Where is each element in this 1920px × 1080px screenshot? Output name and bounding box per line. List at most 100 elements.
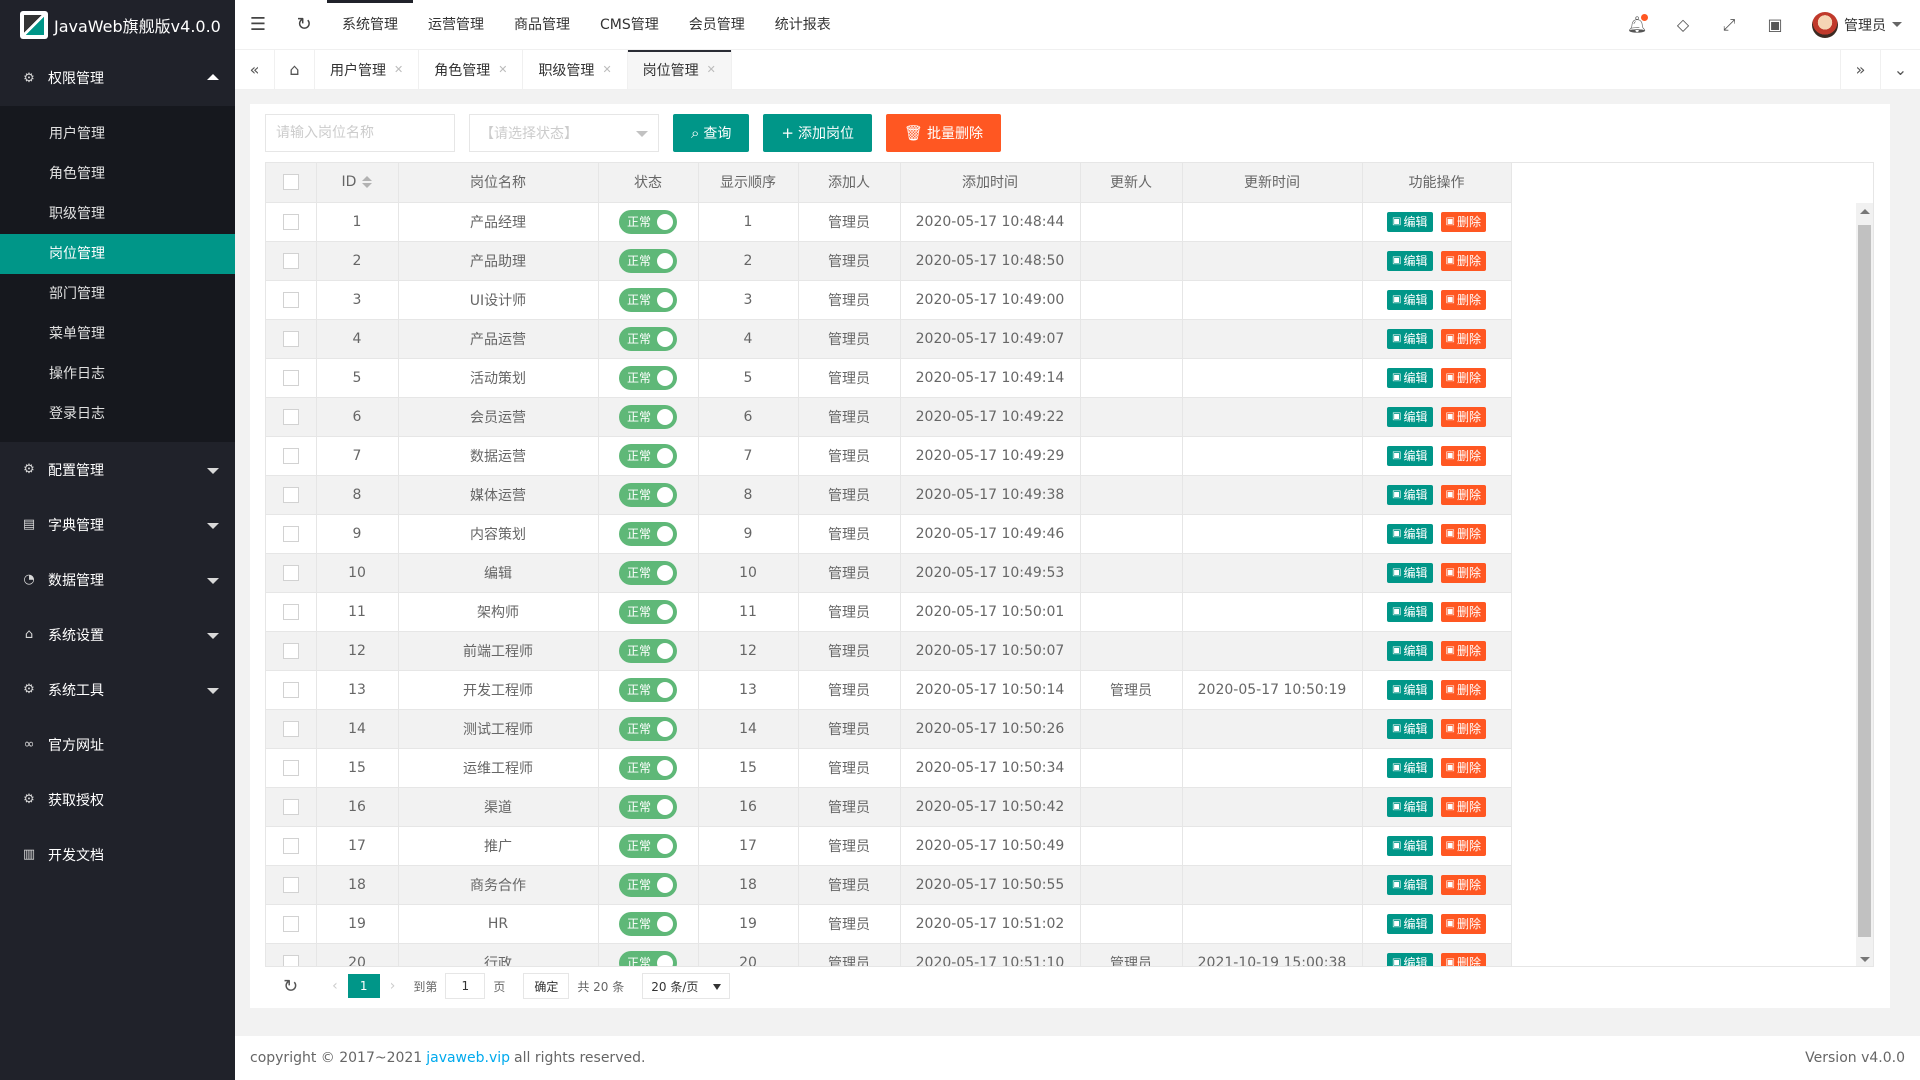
refresh-table-icon[interactable]: ↻ (283, 976, 298, 997)
col-id[interactable]: ID (316, 163, 399, 203)
close-icon[interactable]: ✕ (602, 63, 611, 76)
tab[interactable]: 角色管理 ✕ (419, 50, 524, 89)
row-checkbox[interactable] (282, 213, 299, 230)
row-checkbox[interactable] (282, 915, 299, 932)
top-nav-item[interactable]: 商品管理 (499, 0, 585, 50)
row-checkbox[interactable] (282, 330, 299, 347)
sidebar-item[interactable]: 角色管理 (0, 154, 235, 194)
status-switch[interactable]: 正常 (619, 443, 677, 468)
edit-button[interactable]: ▣ 编辑 (1387, 874, 1433, 895)
menu-group-header[interactable]: ⌂ 系统设置 (0, 607, 235, 662)
sidebar-item[interactable]: 操作日志 (0, 354, 235, 394)
delete-button[interactable]: ▣ 删除 (1440, 211, 1486, 232)
delete-button[interactable]: ▣ 删除 (1440, 718, 1486, 739)
row-checkbox[interactable] (282, 642, 299, 659)
tag-icon[interactable]: ◇ (1660, 0, 1706, 50)
close-icon[interactable]: ✕ (707, 63, 716, 76)
status-switch[interactable]: 正常 (619, 482, 677, 507)
delete-button[interactable]: ▣ 删除 (1440, 796, 1486, 817)
confirm-page-button[interactable]: 确定 (523, 973, 570, 999)
row-checkbox[interactable] (282, 759, 299, 776)
status-switch[interactable]: 正常 (619, 638, 677, 663)
edit-button[interactable]: ▣ 编辑 (1387, 484, 1433, 505)
edit-button[interactable]: ▣ 编辑 (1387, 289, 1433, 310)
sidebar-item[interactable]: 岗位管理 (0, 234, 235, 274)
row-checkbox[interactable] (282, 876, 299, 893)
delete-button[interactable]: ▣ 删除 (1440, 640, 1486, 661)
delete-button[interactable]: ▣ 删除 (1440, 562, 1486, 583)
row-checkbox[interactable] (282, 525, 299, 542)
page-number-input[interactable] (445, 973, 486, 999)
row-checkbox[interactable] (282, 603, 299, 620)
delete-button[interactable]: ▣ 删除 (1440, 952, 1486, 966)
edit-button[interactable]: ▣ 编辑 (1387, 211, 1433, 232)
scroll-up-icon[interactable] (1860, 209, 1870, 214)
delete-button[interactable]: ▣ 删除 (1440, 913, 1486, 934)
status-switch[interactable]: 正常 (619, 755, 677, 780)
edit-button[interactable]: ▣ 编辑 (1387, 952, 1433, 966)
delete-button[interactable]: ▣ 删除 (1440, 367, 1486, 388)
delete-button[interactable]: ▣ 删除 (1440, 679, 1486, 700)
tabs-scroll-right-icon[interactable]: » (1840, 50, 1880, 89)
status-switch[interactable]: 正常 (619, 521, 677, 546)
edit-button[interactable]: ▣ 编辑 (1387, 367, 1433, 388)
site-link[interactable]: javaweb.vip (426, 1050, 510, 1066)
menu-group-header[interactable]: ∞ 官方网址 (0, 717, 235, 772)
edit-button[interactable]: ▣ 编辑 (1387, 796, 1433, 817)
top-nav-item[interactable]: 运营管理 (413, 0, 499, 50)
sidebar-item[interactable]: 菜单管理 (0, 314, 235, 354)
status-switch[interactable]: 正常 (619, 794, 677, 819)
menu-group-header[interactable]: ⚙ 系统工具 (0, 662, 235, 717)
next-page-icon[interactable]: › (390, 978, 396, 994)
menu-toggle-icon[interactable]: ☰ (235, 0, 281, 50)
status-switch[interactable]: 正常 (619, 326, 677, 351)
status-switch[interactable]: 正常 (619, 365, 677, 390)
status-switch[interactable]: 正常 (619, 599, 677, 624)
edit-button[interactable]: ▣ 编辑 (1387, 445, 1433, 466)
delete-button[interactable]: ▣ 删除 (1440, 835, 1486, 856)
refresh-icon[interactable]: ↻ (281, 0, 327, 50)
edit-button[interactable]: ▣ 编辑 (1387, 835, 1433, 856)
status-switch[interactable]: 正常 (619, 248, 677, 273)
delete-button[interactable]: ▣ 删除 (1440, 328, 1486, 349)
edit-button[interactable]: ▣ 编辑 (1387, 562, 1433, 583)
row-checkbox[interactable] (282, 837, 299, 854)
bell-icon[interactable]: 🔔︎ (1614, 0, 1660, 50)
tab[interactable]: 职级管理 ✕ (523, 50, 628, 89)
row-checkbox[interactable] (282, 447, 299, 464)
menu-group-header[interactable]: ⚙ 获取授权 (0, 772, 235, 827)
status-select[interactable]: 【请选择状态】 (469, 114, 659, 152)
edit-button[interactable]: ▣ 编辑 (1387, 250, 1433, 271)
prev-page-icon[interactable]: ‹ (332, 978, 338, 994)
edit-button[interactable]: ▣ 编辑 (1387, 406, 1433, 427)
query-button[interactable]: ⌕ 查询 (673, 114, 750, 152)
edit-button[interactable]: ▣ 编辑 (1387, 718, 1433, 739)
edit-button[interactable]: ▣ 编辑 (1387, 679, 1433, 700)
menu-group-header[interactable]: ⚙ 配置管理 (0, 442, 235, 497)
status-switch[interactable]: 正常 (619, 872, 677, 897)
tabs-dropdown-icon[interactable]: ⌄ (1880, 50, 1920, 89)
status-switch[interactable]: 正常 (619, 716, 677, 741)
page-size-select[interactable]: 20 条/页 (642, 973, 731, 999)
top-nav-item[interactable]: CMS管理 (585, 0, 674, 50)
edit-button[interactable]: ▣ 编辑 (1387, 523, 1433, 544)
scrollbar-thumb[interactable] (1858, 225, 1871, 937)
delete-button[interactable]: ▣ 删除 (1440, 523, 1486, 544)
top-nav-item[interactable]: 系统管理 (327, 0, 413, 50)
top-nav-item[interactable]: 会员管理 (674, 0, 760, 50)
row-checkbox[interactable] (282, 291, 299, 308)
status-switch[interactable]: 正常 (619, 911, 677, 936)
status-switch[interactable]: 正常 (619, 209, 677, 234)
scroll-down-icon[interactable] (1860, 957, 1870, 962)
edit-button[interactable]: ▣ 编辑 (1387, 913, 1433, 934)
select-all-checkbox[interactable] (282, 174, 299, 191)
lock-icon[interactable]: ▣ (1752, 0, 1798, 50)
delete-button[interactable]: ▣ 删除 (1440, 289, 1486, 310)
delete-button[interactable]: ▣ 删除 (1440, 445, 1486, 466)
batch-delete-button[interactable]: 🗑︎ 批量删除 (885, 114, 1002, 152)
edit-button[interactable]: ▣ 编辑 (1387, 757, 1433, 778)
tabs-scroll-left-icon[interactable]: « (235, 50, 275, 89)
top-nav-item[interactable]: 统计报表 (760, 0, 846, 50)
row-checkbox[interactable] (282, 681, 299, 698)
fullscreen-icon[interactable]: ⤢ (1706, 0, 1752, 50)
